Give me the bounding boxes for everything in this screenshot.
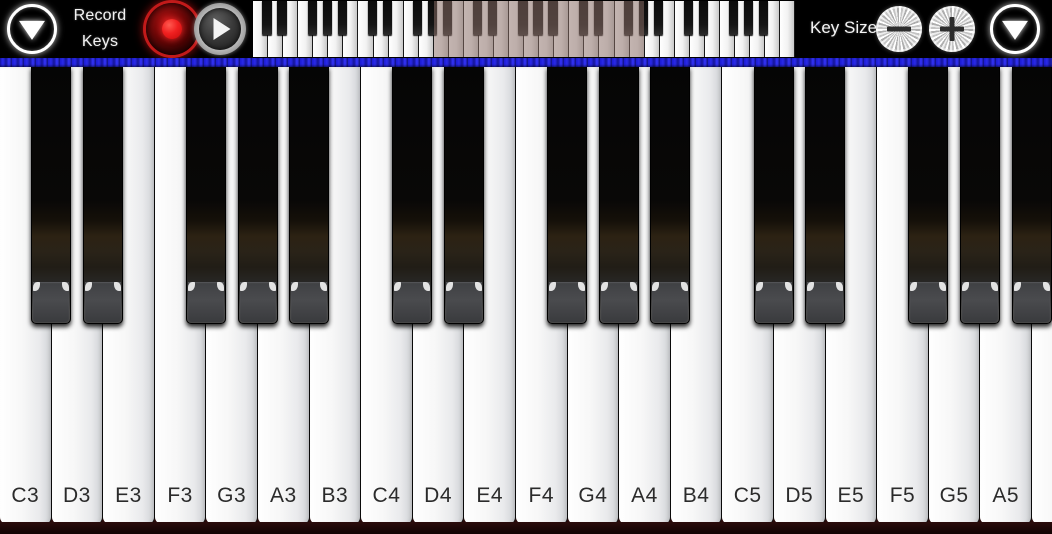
black-key-Asharp4[interactable] (650, 67, 691, 324)
black-key-Csharp5[interactable] (753, 67, 794, 324)
mini-black-key[interactable] (337, 1, 347, 35)
mini-black-key[interactable] (593, 1, 603, 35)
black-key-highlight-right (578, 282, 586, 291)
black-key-highlight-right (320, 282, 328, 291)
record-keys-label-line1: Record (73, 7, 127, 24)
mini-black-key[interactable] (473, 1, 483, 35)
mini-keyboard-overview[interactable] (253, 1, 795, 57)
mini-black-key[interactable] (277, 1, 287, 35)
piano-keyboard: C3 D3 E3 F3 G3 A3 B3 C4 D4 E4 F4 G4 A4 B4 C5 D5 E5 F5 G5 A5 (0, 67, 1052, 534)
keyboard-bottom-rail (0, 522, 1052, 534)
black-key-Fsharp5[interactable] (908, 67, 949, 324)
black-key-highlight-right (62, 282, 70, 291)
mini-black-key[interactable] (759, 1, 769, 35)
record-keys-label-line2: Keys (81, 33, 119, 50)
mini-black-key[interactable] (548, 1, 558, 35)
piano-app: Record Keys Key Size C3 D3 E3 F3 G3 A3 B… (0, 0, 1052, 534)
black-key-Dsharp3[interactable] (82, 67, 123, 324)
black-key-Fsharp4[interactable] (547, 67, 588, 324)
black-key-highlight-right (474, 282, 482, 291)
mini-black-key[interactable] (518, 1, 528, 35)
chevron-down-triangle-icon (1002, 20, 1028, 40)
record-dot-icon (162, 19, 182, 39)
mini-black-key[interactable] (729, 1, 739, 35)
minus-icon (887, 26, 911, 32)
key-size-label: Key Size (810, 18, 878, 37)
black-key-highlight-right (423, 282, 431, 291)
mini-black-key[interactable] (623, 1, 633, 35)
toolbar-divider (0, 58, 1052, 67)
mini-black-key[interactable] (578, 1, 588, 35)
record-button[interactable] (146, 3, 198, 55)
play-button-face (199, 8, 241, 50)
collapse-left-button[interactable] (7, 4, 57, 54)
chevron-down-triangle-icon (19, 20, 45, 40)
play-triangle-icon (213, 18, 231, 40)
black-key-Gsharp3[interactable] (237, 67, 278, 324)
mini-black-key[interactable] (382, 1, 393, 35)
mini-black-key[interactable] (427, 1, 438, 35)
key-size-decrease-button[interactable] (876, 6, 922, 52)
mini-black-key[interactable] (262, 1, 272, 35)
black-key-highlight-right (681, 282, 689, 291)
black-key-Asharp3[interactable] (289, 67, 330, 324)
mini-black-key[interactable] (698, 1, 709, 35)
black-key-Gsharp5[interactable] (959, 67, 1000, 324)
plus-icon-vertical (949, 17, 955, 41)
black-key-highlight-right (939, 282, 947, 291)
collapse-right-button[interactable] (990, 4, 1040, 54)
toolbar: Record Keys Key Size (0, 0, 1052, 58)
mini-black-key[interactable] (488, 1, 498, 35)
mini-black-key[interactable] (653, 1, 664, 35)
mini-black-key[interactable] (367, 1, 378, 35)
black-key-Dsharp4[interactable] (443, 67, 484, 324)
record-keys-label: Record Keys (64, 3, 136, 55)
black-keys-group (0, 67, 1052, 524)
black-key-Asharp5[interactable] (1011, 67, 1052, 324)
black-key-Dsharp5[interactable] (805, 67, 846, 324)
mini-black-key[interactable] (443, 1, 453, 35)
black-key-Csharp4[interactable] (392, 67, 433, 324)
black-key-highlight-right (990, 282, 998, 291)
black-key-highlight-right (216, 282, 224, 291)
black-key-Fsharp3[interactable] (185, 67, 226, 324)
mini-black-key[interactable] (307, 1, 317, 35)
key-size-increase-button[interactable] (929, 6, 975, 52)
mini-black-key[interactable] (683, 1, 694, 35)
mini-black-key[interactable] (412, 1, 423, 35)
black-key-Gsharp4[interactable] (598, 67, 639, 324)
mini-black-key[interactable] (638, 1, 649, 35)
mini-black-key[interactable] (533, 1, 543, 35)
mini-black-key[interactable] (322, 1, 332, 35)
black-key-highlight-right (836, 282, 844, 291)
black-key-Csharp3[interactable] (31, 67, 72, 324)
mini-black-key[interactable] (744, 1, 754, 35)
play-button[interactable] (194, 3, 246, 55)
mini-keyboard-black-keys (253, 1, 795, 57)
